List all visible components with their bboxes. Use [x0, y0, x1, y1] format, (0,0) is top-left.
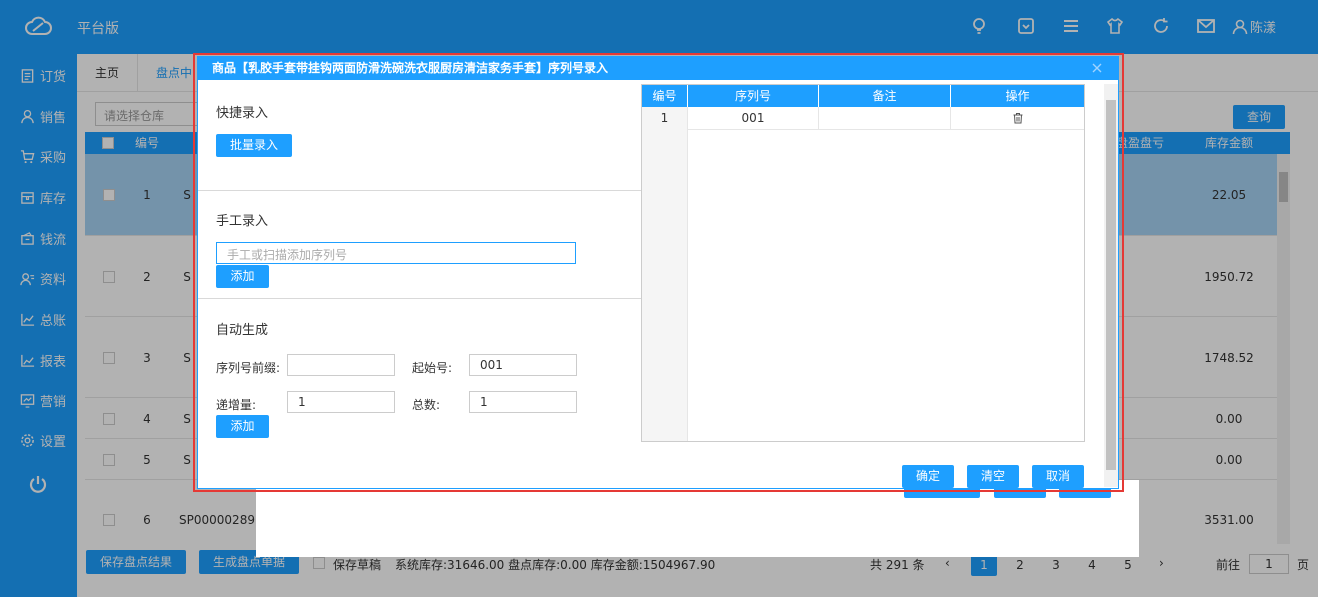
entry-panel: 快捷录入 批量录入 手工录入 手工或扫描添加序列号 添加 自动生成 序列号前缀:… [198, 80, 641, 490]
serial-number-dialog: 商品【乳胶手套带挂钩两面防滑洗碗洗衣服厨房清洁家务手套】序列号录入 快捷录入 批… [197, 56, 1119, 489]
count-label: 总数: [412, 398, 441, 412]
start-input[interactable]: 001 [469, 354, 577, 376]
dialog-scrollbar[interactable] [1104, 84, 1118, 487]
count-input[interactable]: 1 [469, 391, 577, 413]
serial-table-header: 编号 序列号 备注 操作 [642, 85, 1084, 107]
col-note: 备注 [819, 85, 951, 107]
add-auto-button[interactable]: 添加 [216, 415, 269, 438]
col-num: 编号 [642, 85, 688, 107]
clear-button[interactable]: 清空 [967, 465, 1019, 488]
start-label: 起始号: [412, 361, 453, 375]
background-dialog [256, 480, 1139, 557]
add-manual-button[interactable]: 添加 [216, 265, 269, 288]
row-serial: 001 [688, 107, 819, 130]
table-row[interactable]: 1 001 [642, 107, 1084, 130]
num-column-bg [642, 130, 688, 441]
trash-icon[interactable] [1012, 112, 1024, 124]
quick-entry-title: 快捷录入 [216, 106, 269, 121]
close-icon[interactable] [1090, 61, 1104, 75]
row-note[interactable] [819, 107, 951, 130]
manual-entry-title: 手工录入 [216, 214, 269, 229]
batch-entry-button[interactable]: 批量录入 [216, 134, 292, 157]
step-label: 递增量: [216, 398, 257, 412]
col-operation: 操作 [1005, 89, 1030, 103]
prefix-label: 序列号前缀: [216, 361, 281, 375]
prefix-input[interactable] [287, 354, 395, 376]
divider [198, 298, 641, 299]
serial-table: 编号 序列号 备注 操作 1 001 [641, 84, 1085, 442]
serial-input[interactable]: 手工或扫描添加序列号 [216, 242, 576, 264]
col-serial: 序列号 [688, 85, 819, 107]
row-num: 1 [642, 107, 688, 130]
dialog-scroll-thumb[interactable] [1106, 100, 1116, 470]
step-input[interactable]: 1 [287, 391, 395, 413]
confirm-button[interactable]: 确定 [902, 465, 954, 488]
divider [198, 190, 641, 191]
cancel-button[interactable]: 取消 [1032, 465, 1084, 488]
dialog-title: 商品【乳胶手套带挂钩两面防滑洗碗洗衣服厨房清洁家务手套】序列号录入 [198, 57, 1118, 80]
auto-generate-title: 自动生成 [216, 323, 269, 338]
